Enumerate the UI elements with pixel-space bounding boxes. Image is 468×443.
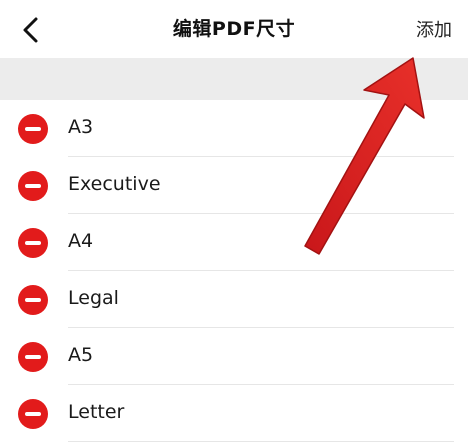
delete-button[interactable]: [18, 285, 48, 315]
list-item-a5: A5: [0, 328, 468, 385]
list-item-executive: Executive: [0, 157, 468, 214]
list-item-a3: A3: [0, 100, 468, 157]
navigation-bar: 编辑PDF尺寸 添加: [0, 0, 468, 58]
section-header-bar: [0, 58, 468, 100]
size-label: Executive: [68, 173, 161, 195]
size-label: A5: [68, 344, 94, 366]
delete-button[interactable]: [18, 228, 48, 258]
pdf-size-list: A3 Executive A4 Legal A5 Letter: [0, 100, 468, 442]
delete-button[interactable]: [18, 114, 48, 144]
list-item-a4: A4: [0, 214, 468, 271]
minus-circle-icon: [25, 412, 41, 416]
size-label: A4: [68, 230, 94, 252]
page-title: 编辑PDF尺寸: [172, 18, 296, 40]
list-item-legal: Legal: [0, 271, 468, 328]
minus-circle-icon: [25, 241, 41, 245]
size-label: A3: [68, 116, 94, 138]
minus-circle-icon: [25, 355, 41, 359]
add-button[interactable]: 添加: [416, 16, 452, 42]
delete-button[interactable]: [18, 171, 48, 201]
size-label: Legal: [68, 287, 119, 309]
edit-pdf-size-screen: 编辑PDF尺寸 添加 A3 Executive A4 Legal A5 Lett…: [0, 0, 468, 443]
size-label: Letter: [68, 401, 125, 423]
minus-circle-icon: [25, 184, 41, 188]
minus-circle-icon: [25, 298, 41, 302]
minus-circle-icon: [25, 127, 41, 131]
list-item-letter: Letter: [0, 385, 468, 442]
delete-button[interactable]: [18, 342, 48, 372]
delete-button[interactable]: [18, 399, 48, 429]
